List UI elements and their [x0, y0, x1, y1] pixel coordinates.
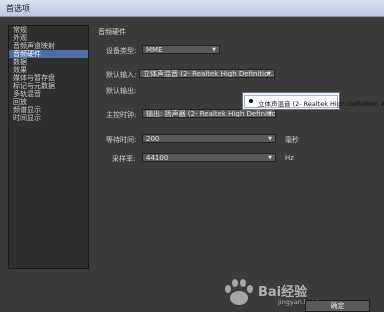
chevron-down-icon: ▼ [268, 111, 272, 117]
latency-unit: 毫秒 [285, 136, 299, 144]
sample-rate-combobox[interactable]: 44100 ▼ [142, 153, 276, 162]
sidebar-item-markers-metadata[interactable]: 标记与元数据 [9, 82, 88, 90]
master-clock-dropdown[interactable]: 输出: 扬声器 (2- Realtek High Definition A...… [142, 109, 276, 118]
preferences-dialog: 常规 外观 音频声道映射 音频硬件 数据 效果 媒体与暂存盘 标记与元数据 多轨… [2, 17, 384, 312]
sidebar-item-time-display[interactable]: 时间显示 [9, 114, 88, 122]
chevron-down-icon: ▼ [212, 47, 216, 53]
audio-hardware-panel: 音频硬件 设备类型: MME ▼ 默认输入: 立体声混音 (2- Realtek… [98, 19, 376, 271]
sample-rate-unit: Hz [285, 154, 294, 162]
sample-rate-value: 44100 [146, 154, 169, 162]
sidebar-item-multitrack[interactable]: 多轨混音 [9, 90, 88, 98]
sidebar-item-spectral-display[interactable]: 频谱显示 [9, 106, 88, 114]
category-sidebar: 常规 外观 音频声道映射 音频硬件 数据 效果 媒体与暂存盘 标记与元数据 多轨… [8, 25, 89, 269]
latency-value: 200 [146, 135, 160, 143]
device-type-dropdown[interactable]: MME ▼ [142, 45, 220, 54]
sidebar-item-media-cache[interactable]: 媒体与暂存盘 [9, 74, 88, 82]
window-titlebar: 首选项 [0, 0, 384, 17]
device-type-value: MME [146, 46, 163, 54]
master-clock-value: 输出: 扬声器 (2- Realtek High Definition A... [146, 110, 276, 118]
master-clock-label: 主控时钟: [106, 111, 137, 119]
chevron-down-icon: ▼ [268, 155, 272, 161]
sidebar-item-appearance[interactable]: 外观 [9, 34, 88, 42]
sidebar-item-playback[interactable]: 回放 [9, 98, 88, 106]
sidebar-item-data[interactable]: 数据 [9, 58, 88, 66]
device-type-label: 设备类型: [106, 47, 137, 55]
default-input-dropdown[interactable]: 立体声混音 (2- Realtek High Definitio... ▼ [139, 69, 275, 78]
latency-label: 等待时间: [106, 136, 137, 144]
sidebar-item-general[interactable]: 常规 [9, 26, 88, 34]
input-option-stereo-mix[interactable]: 立体声混音 (2- Realtek High Definition Audio) [244, 95, 384, 108]
sidebar-item-audio-hardware[interactable]: 音频硬件 [9, 50, 88, 58]
selected-bullet-icon [249, 99, 253, 103]
input-option-label: 立体声混音 (2- Realtek High Definition Audio) [258, 100, 384, 108]
sidebar-item-channel-mapping[interactable]: 音频声道映射 [9, 42, 88, 50]
sample-rate-label: 采样率: [112, 155, 136, 163]
default-input-label: 默认输入: [106, 71, 137, 79]
latency-combobox[interactable]: 200 ▼ [142, 134, 276, 143]
window-title: 首选项 [6, 4, 30, 13]
chevron-down-icon: ▼ [268, 136, 272, 142]
input-options-popup: 立体声混音 (2- Realtek High Definition Audio) [242, 92, 384, 110]
section-title: 音频硬件 [98, 28, 126, 36]
default-input-value: 立体声混音 (2- Realtek High Definitio... [143, 70, 275, 78]
chevron-down-icon: ▼ [267, 71, 271, 77]
ok-button[interactable]: 确定 [305, 300, 370, 312]
paw-logo-icon [225, 279, 253, 305]
sidebar-item-effects[interactable]: 效果 [9, 66, 88, 74]
default-output-label: 默认输出: [106, 87, 137, 95]
